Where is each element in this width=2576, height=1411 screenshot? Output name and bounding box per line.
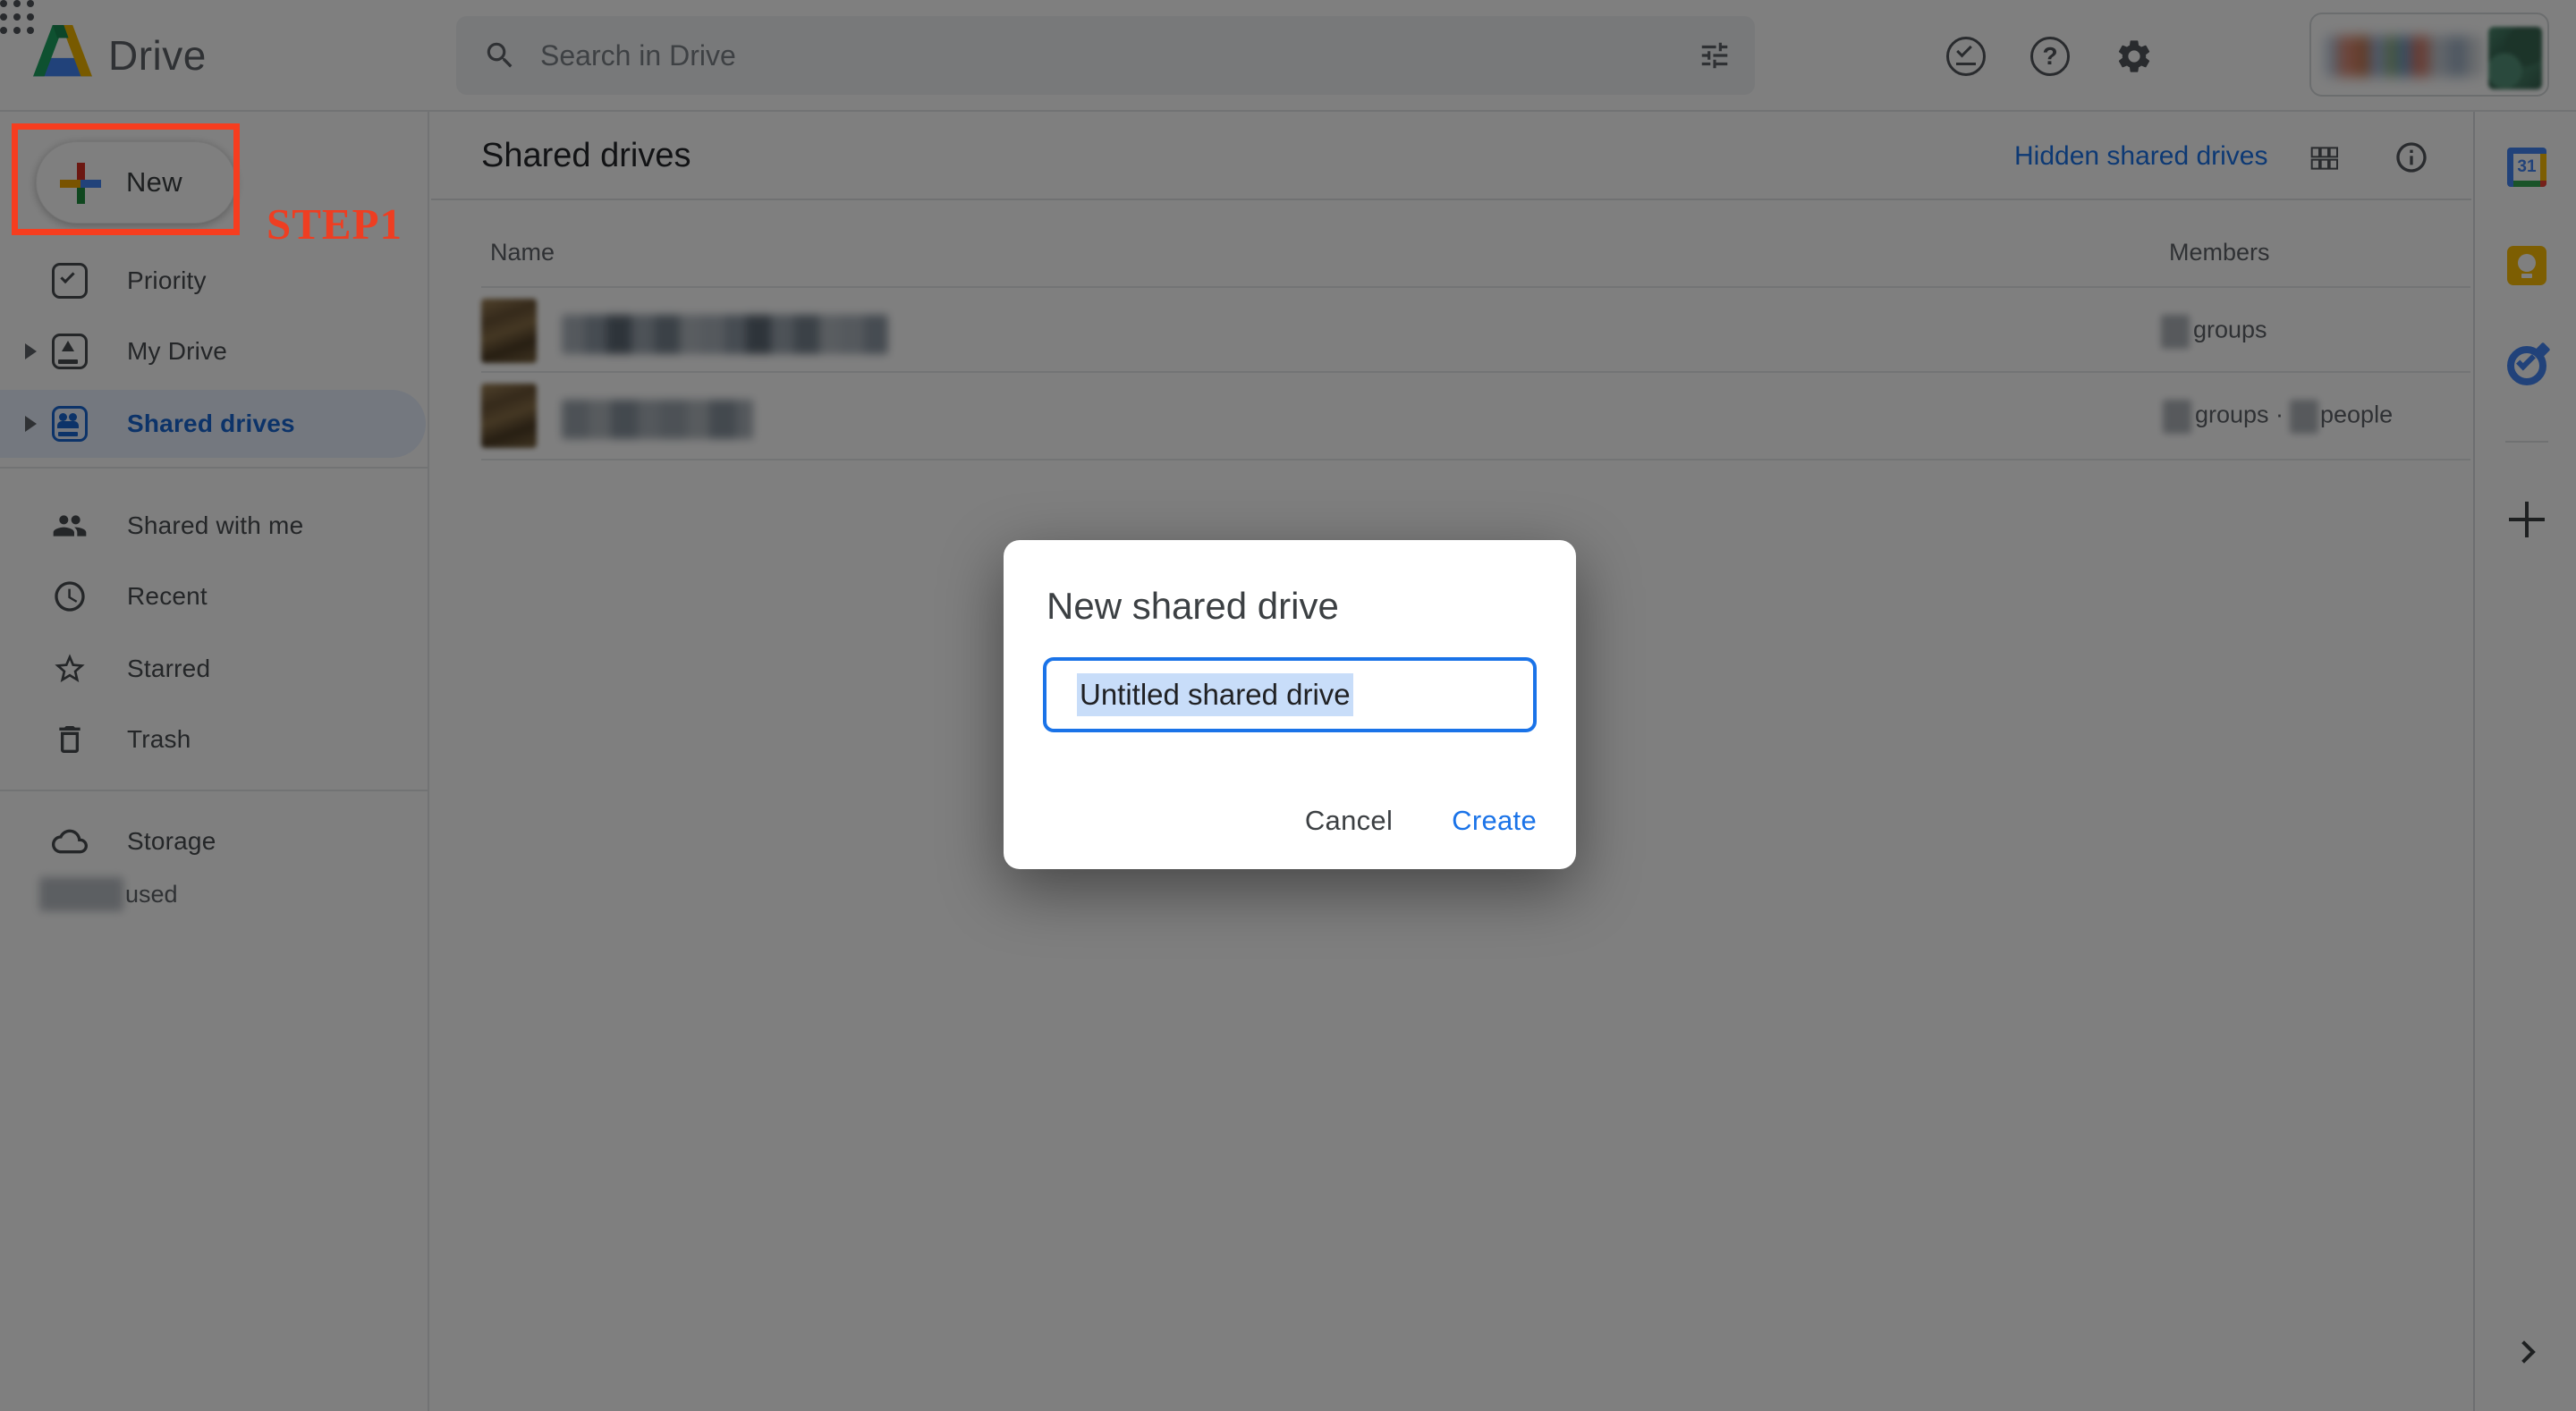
drive-name-input[interactable]: Untitled shared drive (1043, 657, 1537, 732)
cancel-button[interactable]: Cancel (1305, 805, 1393, 837)
drive-name-input-value: Untitled shared drive (1077, 673, 1353, 716)
dialog-title: New shared drive (1046, 585, 1339, 628)
new-shared-drive-dialog: New shared drive Untitled shared drive C… (1004, 540, 1576, 869)
create-button[interactable]: Create (1452, 805, 1537, 837)
